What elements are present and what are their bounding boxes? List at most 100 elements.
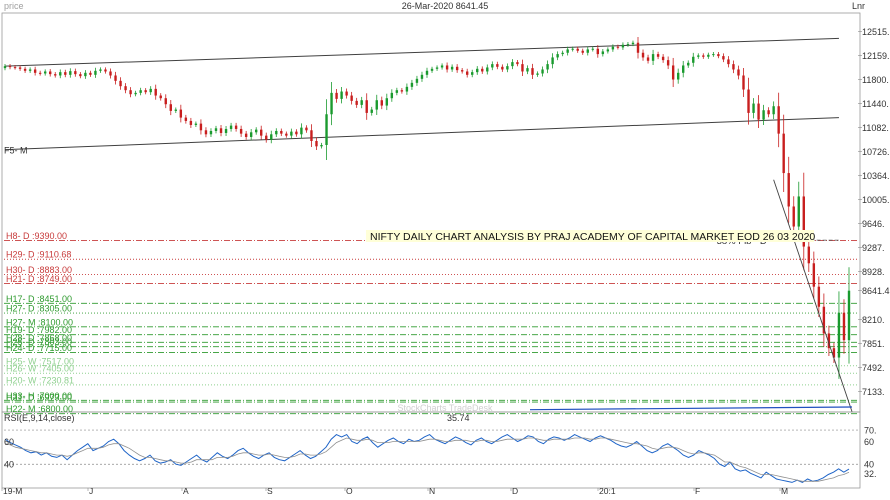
candle-body [702,55,705,57]
candle-body [455,66,459,71]
candle-body [541,69,544,74]
candle-body [767,110,770,115]
candle-body [782,133,785,174]
candle-body [671,65,675,80]
candle-body [566,49,569,53]
candle-body [290,131,293,136]
candle-body [486,67,489,72]
candle-body [260,129,263,136]
price-tick-label-14: 7492. [862,363,885,373]
price-label: price [4,1,24,11]
candle-body [661,56,665,61]
candle-body [481,68,484,72]
candle-body [450,66,454,70]
candle-body [576,48,579,51]
candle-body [28,69,32,71]
rsi-tick-label-1: 60 [864,437,874,447]
candle-body [837,312,841,358]
time-label-5: N [429,486,435,495]
price-tick-label-7: 10005. [862,195,890,205]
candle-body [787,173,790,207]
rsi-value-label: 35.74 [447,413,470,423]
candle-body [420,74,424,79]
candle-body [656,54,660,57]
price-tick-label-15: 7133. [862,387,885,397]
candle-body [476,68,479,73]
time-label-3: S [267,486,273,495]
chart-stage: price 26-Mar-2020 8641.45 Lnr H8- D :939… [0,0,890,496]
candle-body [285,133,288,136]
candle-body [405,86,409,92]
candle-body [184,117,188,121]
candle-body [581,50,584,53]
candle-body [596,48,600,55]
time-label-2: A [183,486,189,495]
candle-body [234,125,238,129]
price-tick-label-12: 8210. [862,315,885,325]
candle-body [621,44,625,48]
candle-body [320,144,323,147]
candle-body [59,72,62,76]
candle-body [697,55,700,57]
candle-body [842,312,846,341]
candle-body [370,109,373,113]
candle-body [526,68,529,72]
candle-body [33,69,37,73]
candle-body [847,290,851,341]
candle-body [54,74,57,76]
price-tick-label-2: 11800. [862,75,889,85]
candle-body [229,125,233,129]
candle-body [400,90,404,92]
candle-body [636,42,640,53]
candle-body [712,54,715,56]
candle-body [491,64,494,68]
candle-body [340,91,343,99]
price-tick-label-5: 10726. [862,147,890,157]
candle-body [591,48,594,50]
candle-body [310,130,313,141]
candle-body [812,263,816,287]
candle-body [144,90,147,93]
candle-body [626,44,630,46]
candle-body [385,98,389,106]
price-tick-label-1: 12159. [862,51,890,61]
candle-body [737,69,740,76]
candle-body [556,54,559,58]
candle-body [345,91,348,96]
level-label-10: H24- D :7715.00 [6,343,72,353]
candle-body [772,106,775,115]
candle-body [506,66,509,70]
candle-body [682,65,685,73]
candle-body [687,62,690,66]
candle-body [365,100,368,113]
level-label-4: H17- D :8451.00 [6,294,72,304]
candle-body [69,71,72,75]
candle-body [224,128,228,133]
candle-body [179,109,183,118]
candle-body [74,71,77,75]
candle-body [501,66,504,70]
candle-body [49,71,52,75]
candle-body [692,56,695,63]
candle-body [616,46,620,48]
level-label-12: H26- W :7405.00 [6,364,74,374]
rsi-left-label-0: 60 [4,437,14,447]
candle-body [390,92,394,99]
price-tick-label-0: 12515. [862,27,890,37]
candle-body [330,92,333,115]
candle-body [375,100,378,110]
candle-body [189,120,193,125]
level-label-3: H21- D :8749.00 [6,274,72,284]
candle-body [742,75,745,90]
candle-body [646,57,650,61]
level-label-15: H31- D :6973.00 [6,393,72,403]
candle-body [792,206,795,227]
candle-body [631,42,635,45]
candle-body [174,109,178,111]
watermark: StockCharts TradeDesk [397,403,493,413]
candle-body [797,196,800,227]
price-tick-label-4: 11082. [862,123,889,133]
time-label-6: D [512,486,518,495]
price-tick-label-10: 8928. [862,267,885,277]
candle-body [752,103,755,113]
